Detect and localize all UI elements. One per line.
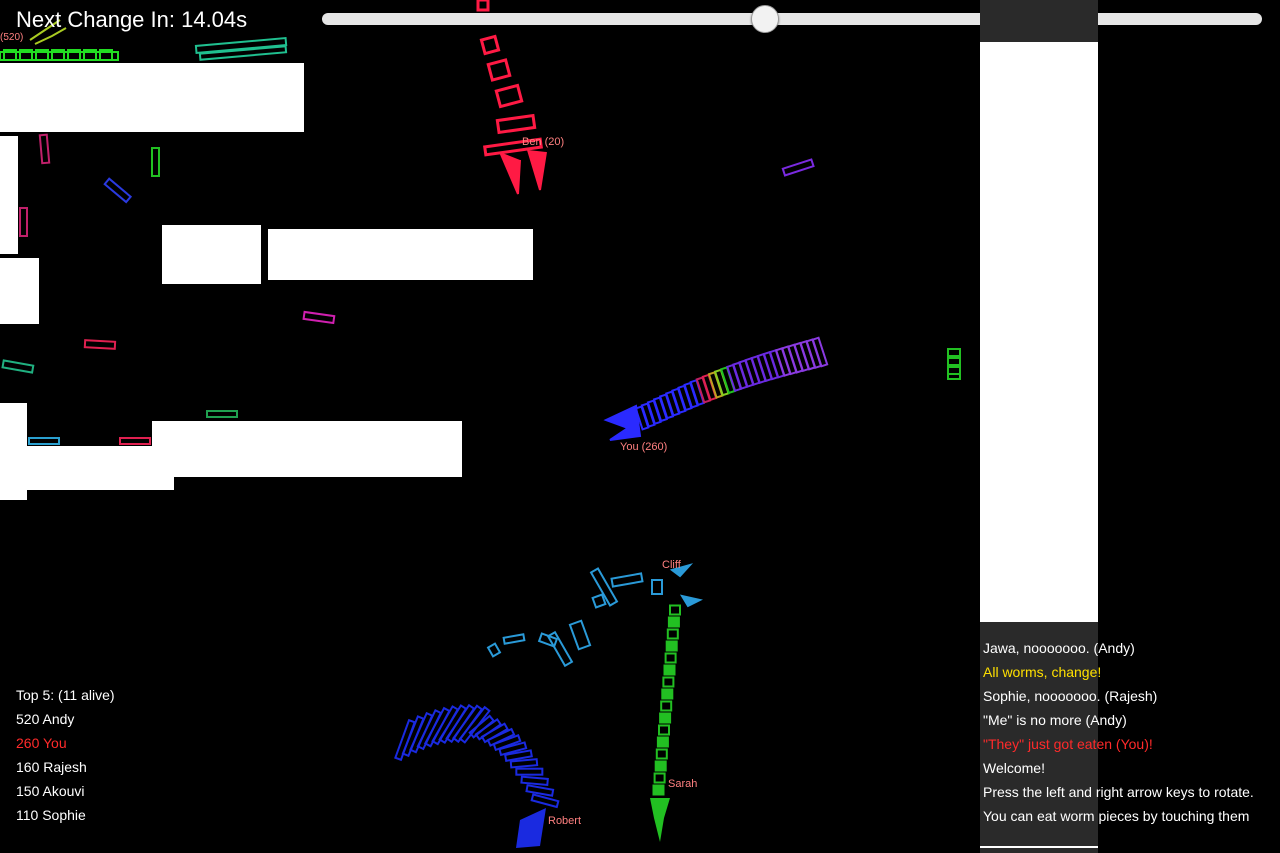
worm-piece	[302, 310, 336, 325]
worm-robert-segment	[468, 714, 495, 739]
worm-cliff-segment	[591, 593, 607, 609]
obstacle	[0, 258, 39, 324]
worm-sarah-segment	[665, 640, 678, 652]
next-change-timer: Next Change In: 14.04s	[16, 7, 248, 32]
worm-cliff-segment	[568, 619, 592, 651]
chat-message: Sophie, nooooooo. (Rajesh)	[983, 688, 1158, 704]
worm-sarah-segment	[653, 772, 666, 784]
worm-piece	[1, 359, 35, 374]
worm-ben-segment	[486, 58, 512, 82]
worm-sarah-segment	[669, 604, 681, 616]
obstacle	[152, 421, 462, 477]
worm-sarah-segment	[658, 724, 670, 736]
worm-sarah-segment	[660, 700, 673, 712]
worm-sarah-head	[650, 798, 670, 842]
worm-you-head	[603, 404, 642, 441]
leaderboard-row: 520 Andy	[16, 711, 75, 727]
worm-sarah-segment	[654, 760, 667, 772]
worm-you	[603, 336, 829, 441]
worm-piece	[119, 437, 151, 445]
zoom-slider[interactable]	[322, 5, 1262, 33]
chat-divider	[980, 846, 1098, 848]
worm-robert-segment	[509, 758, 539, 769]
worm-piece	[103, 177, 133, 204]
chat-log: Jawa, nooooooo. (Andy) All worms, change…	[983, 636, 1278, 828]
worm-ben	[476, 0, 547, 195]
worm-sarah	[650, 604, 681, 842]
chat-panel-blank	[980, 42, 1098, 622]
leaderboard-row: 260 You	[16, 735, 67, 751]
worm-robert-segment	[520, 775, 549, 786]
worm-cliff-label: Cliff	[662, 559, 682, 571]
worm-piece	[19, 207, 28, 237]
worm-robert-segment	[525, 784, 555, 797]
worm-robert-label: Robert	[548, 815, 581, 827]
worm-sarah-segment	[662, 676, 675, 688]
worm-piece	[947, 366, 961, 375]
worm-piece	[781, 158, 815, 177]
obstacle	[0, 446, 174, 490]
chat-message: "They" just got eaten (You)!	[983, 736, 1153, 752]
chat-message: "Me" is no more (Andy)	[983, 712, 1127, 728]
worm-sarah-segment	[659, 712, 672, 724]
worm-sarah-segment	[652, 784, 665, 796]
worm-sarah-segment	[661, 688, 674, 700]
worm-ben-segment	[476, 0, 490, 12]
worm-cliff-segment	[651, 579, 663, 595]
chat-message: All worms, change!	[983, 664, 1102, 680]
worm-piece	[151, 147, 160, 177]
worm-piece	[38, 133, 51, 165]
worm-piece	[28, 437, 60, 445]
worm-ben-segment	[479, 34, 501, 56]
worm-you-segment	[811, 336, 829, 368]
worm-ben-segment	[494, 83, 524, 109]
worm-robert-head	[516, 808, 546, 848]
worm-sarah-segment	[664, 652, 677, 664]
worm-piece	[947, 348, 961, 357]
worm-robert-segment	[515, 767, 544, 776]
worm-piece	[947, 373, 961, 380]
worm-sarah-segment	[656, 736, 669, 748]
worm-ben-segment	[495, 113, 537, 135]
leaderboard-title: Top 5: (11 alive)	[16, 687, 115, 703]
worm-piece	[83, 339, 117, 350]
worm-sarah-label: Sarah	[668, 778, 697, 790]
chat-message: You can eat worm pieces by touching them	[983, 808, 1250, 824]
leaderboard-row: 110 Sophie	[16, 807, 86, 823]
worm-cliff-segment	[610, 572, 644, 588]
slider-thumb[interactable]	[750, 5, 779, 33]
obstacle	[162, 225, 261, 284]
worm-cliff-segment	[502, 633, 526, 645]
worm-sarah-segment	[667, 616, 680, 628]
obstacle	[0, 136, 18, 254]
worm-ben-head	[499, 149, 547, 195]
leaderboard-row: 150 Akouvi	[16, 783, 85, 799]
worm-ben-label: Ben (20)	[522, 136, 564, 148]
obstacles	[0, 63, 533, 500]
worm-cliff-segment	[486, 642, 502, 658]
leaderboard-row: 160 Rajesh	[16, 759, 87, 775]
worm-robert	[394, 703, 560, 848]
leaderboard: Top 5: (11 alive) 520 Andy 260 You 160 R…	[16, 683, 115, 827]
worm-cliff-head	[669, 563, 703, 608]
worm-sarah-segment	[663, 664, 676, 676]
worm-piece	[206, 410, 238, 418]
chat-message: Jawa, nooooooo. (Andy)	[983, 640, 1135, 656]
chat-message: Press the left and right arrow keys to r…	[983, 784, 1254, 800]
obstacle	[0, 63, 304, 132]
obstacle	[268, 229, 533, 280]
worm-piece	[947, 357, 961, 366]
worm-you-label: You (260)	[620, 441, 667, 453]
chat-message: Welcome!	[983, 760, 1045, 776]
worm-sarah-segment	[655, 748, 668, 760]
worm-sarah-segment	[666, 628, 679, 640]
loose-pieces	[1, 133, 961, 445]
worm-robert-segment	[530, 793, 560, 809]
